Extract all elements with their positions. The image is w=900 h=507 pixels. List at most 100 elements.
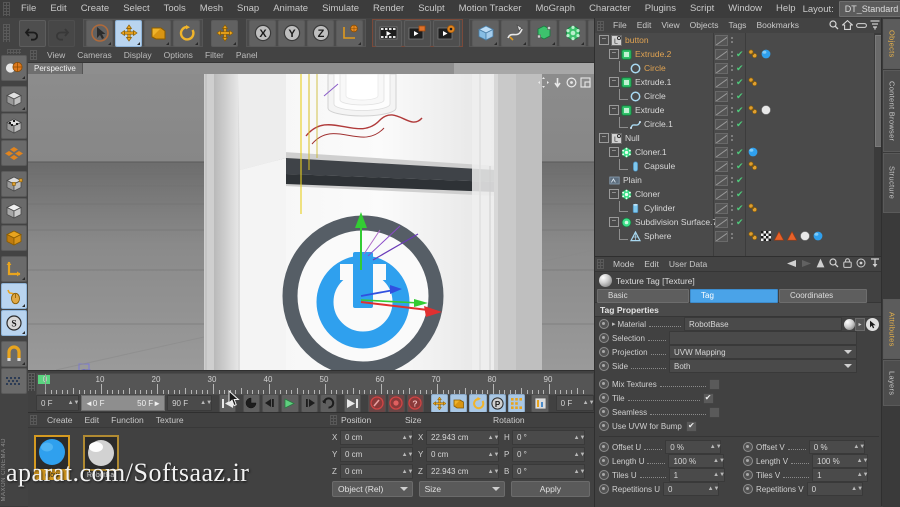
enable-check-icon[interactable]: ✔ <box>736 119 744 129</box>
object-row[interactable]: – Cloner.1 ✔ <box>595 145 883 159</box>
current-frame-field[interactable]: 0 F ▲▼ <box>36 395 79 411</box>
object-row[interactable]: – Extrude.1 ✔ <box>595 75 883 89</box>
menu-item-animate[interactable]: Animate <box>266 0 315 18</box>
timeline-icon[interactable] <box>531 393 549 413</box>
material-menu-texture[interactable]: Texture <box>150 413 190 427</box>
menu-item-plugins[interactable]: Plugins <box>638 0 683 18</box>
object-manager-gripper[interactable] <box>597 20 604 31</box>
expand-arrow-icon[interactable]: ▸ <box>612 320 616 328</box>
om-menu-edit[interactable]: Edit <box>632 18 657 33</box>
z-axis-icon[interactable]: Z <box>307 19 334 47</box>
material-preview-icon[interactable] <box>844 318 855 330</box>
menu-item-mograph[interactable]: MoGraph <box>528 0 582 18</box>
snap-icon[interactable]: S <box>1 310 27 336</box>
keyframe-tag-icon[interactable] <box>747 231 758 242</box>
spline-object-icon[interactable] <box>630 119 641 130</box>
object-name[interactable]: button <box>625 35 649 45</box>
visibility-dots-icon[interactable] <box>731 121 733 127</box>
maximize-icon[interactable] <box>579 76 591 88</box>
object-name[interactable]: Extrude <box>635 105 664 115</box>
coord-field-position-y[interactable]: 0 cm ▲▼ <box>340 447 413 462</box>
material-link-field[interactable]: RobotBase <box>684 317 842 331</box>
cloner-object-icon[interactable] <box>621 147 632 158</box>
object-name[interactable]: Sphere <box>644 231 671 241</box>
menu-item-character[interactable]: Character <box>582 0 638 18</box>
object-name[interactable]: Null <box>625 133 640 143</box>
object-row[interactable]: – L Null <box>595 131 883 145</box>
up-arrow-icon[interactable] <box>816 258 825 270</box>
coord-field-size-z[interactable]: 22.943 cm ▲▼ <box>426 464 499 479</box>
object-row[interactable]: Plain ✔ <box>595 173 883 187</box>
animate-dot-seamless[interactable] <box>599 407 609 417</box>
render-settings-icon[interactable] <box>433 19 460 47</box>
chevron-right-icon[interactable]: ▸ <box>855 317 865 331</box>
orange-tag-icon[interactable] <box>786 231 797 242</box>
visibility-toggle-icon[interactable] <box>715 174 728 186</box>
visibility-toggle-icon[interactable] <box>715 34 728 46</box>
visibility-dots-icon[interactable] <box>731 163 733 169</box>
material-item-glow[interactable]: glow <box>34 435 70 480</box>
blue-material-tag-icon[interactable] <box>747 147 758 158</box>
keyframe-tag-icon[interactable] <box>747 203 758 214</box>
null-object-icon[interactable]: L <box>611 132 622 144</box>
autokey-icon[interactable] <box>368 393 386 413</box>
expand-collapse-icon[interactable]: – <box>599 133 609 143</box>
animate-dot-material[interactable] <box>599 319 609 329</box>
menu-item-window[interactable]: Window <box>721 0 769 18</box>
x-axis-icon[interactable]: X <box>249 19 276 47</box>
field-tiles-u[interactable]: 1 ▲▼ <box>668 468 725 482</box>
object-tree[interactable]: – Lbutton – Extrude.2 ✔ Circle ✔ – Extrude.1 ✔ Cir… <box>595 33 883 256</box>
menu-item-create[interactable]: Create <box>74 0 117 18</box>
enable-check-icon[interactable]: ✔ <box>736 175 744 185</box>
extrude-object-icon[interactable] <box>621 48 632 60</box>
tab-tag[interactable]: Tag <box>690 289 778 303</box>
menu-item-tools[interactable]: Tools <box>157 0 193 18</box>
visibility-dots-icon[interactable] <box>731 107 733 113</box>
animate-dot-projection[interactable] <box>599 347 609 357</box>
viewport-menu-display[interactable]: Display <box>118 48 158 62</box>
om-menu-view[interactable]: View <box>656 18 684 33</box>
at-menu-edit[interactable]: Edit <box>639 257 664 271</box>
null-object-icon[interactable]: L <box>611 34 622 46</box>
layers-icon[interactable] <box>870 19 880 32</box>
object-name[interactable]: Circle.1 <box>644 119 673 129</box>
goto-start-icon[interactable] <box>218 393 236 413</box>
enable-check-icon[interactable]: ✔ <box>736 49 744 59</box>
animate-dot-use-uvw-bump[interactable] <box>599 421 609 431</box>
checkbox-seamless[interactable] <box>709 406 721 418</box>
dolly-icon[interactable] <box>551 76 563 88</box>
orbit-icon[interactable] <box>565 76 577 88</box>
extrude-object-icon[interactable] <box>621 76 632 88</box>
magnifier-icon[interactable] <box>829 258 839 270</box>
timeline-gripper[interactable] <box>28 373 35 391</box>
material-menu-create[interactable]: Create <box>41 413 79 427</box>
object-row[interactable]: – Lbutton <box>595 33 883 47</box>
enable-check-icon[interactable]: ✔ <box>736 63 744 73</box>
range-start-arrow[interactable]: ◄ <box>85 399 93 408</box>
spinner[interactable]: ▲▼ <box>488 432 500 443</box>
side-dropdown[interactable]: Both <box>669 359 857 373</box>
tab-basic[interactable]: Basic <box>597 289 689 303</box>
home-icon[interactable] <box>841 19 854 32</box>
object-name[interactable]: Subdivision Surface.7 <box>635 217 717 227</box>
keyframe-tag-icon[interactable] <box>747 77 758 88</box>
preview-range-slider[interactable]: ◄ 0 F 50 F ► <box>81 395 166 411</box>
keyframe-selection-icon[interactable]: ? <box>406 393 424 413</box>
animate-dot-side[interactable] <box>599 361 609 371</box>
pill-icon[interactable] <box>856 21 867 31</box>
visibility-dots-icon[interactable] <box>731 93 733 99</box>
lock-icon[interactable] <box>843 258 852 270</box>
spinner[interactable]: ▲▼ <box>574 432 586 443</box>
object-row[interactable]: Cylinder ✔ <box>595 201 883 215</box>
visibility-toggle-icon[interactable] <box>715 90 728 102</box>
visibility-toggle-icon[interactable] <box>715 62 728 74</box>
play-icon[interactable] <box>281 393 299 413</box>
visibility-dots-icon[interactable] <box>731 205 733 211</box>
viewport-menu-options[interactable]: Options <box>158 48 199 62</box>
record-icon[interactable] <box>387 393 405 413</box>
animate-dot-offset-u[interactable] <box>599 442 609 452</box>
end-frame-spinner[interactable]: ▲▼ <box>200 398 212 409</box>
animate-dot-mix-textures[interactable] <box>599 379 609 389</box>
visibility-toggle-icon[interactable] <box>715 132 728 144</box>
size-mode-dropdown[interactable]: Size <box>418 481 505 497</box>
